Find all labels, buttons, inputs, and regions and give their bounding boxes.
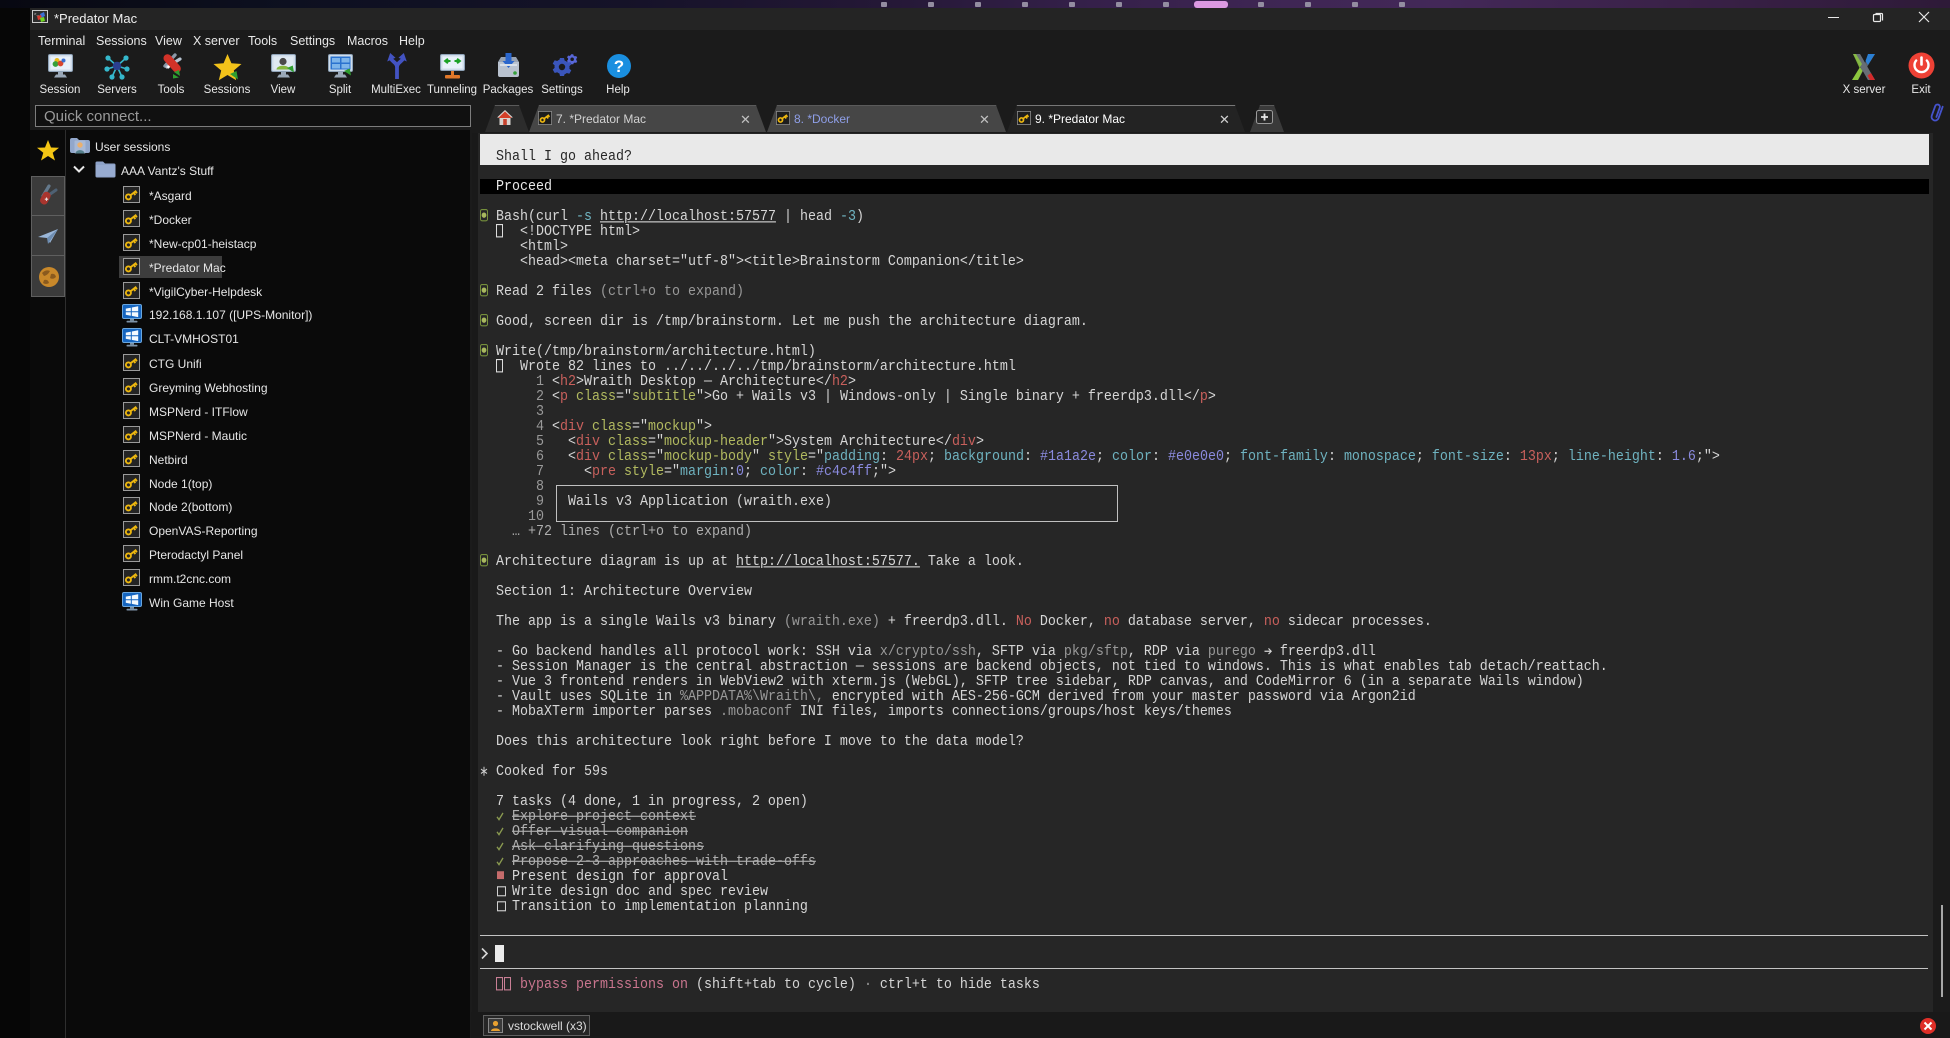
svg-text:?: ?	[614, 57, 624, 76]
